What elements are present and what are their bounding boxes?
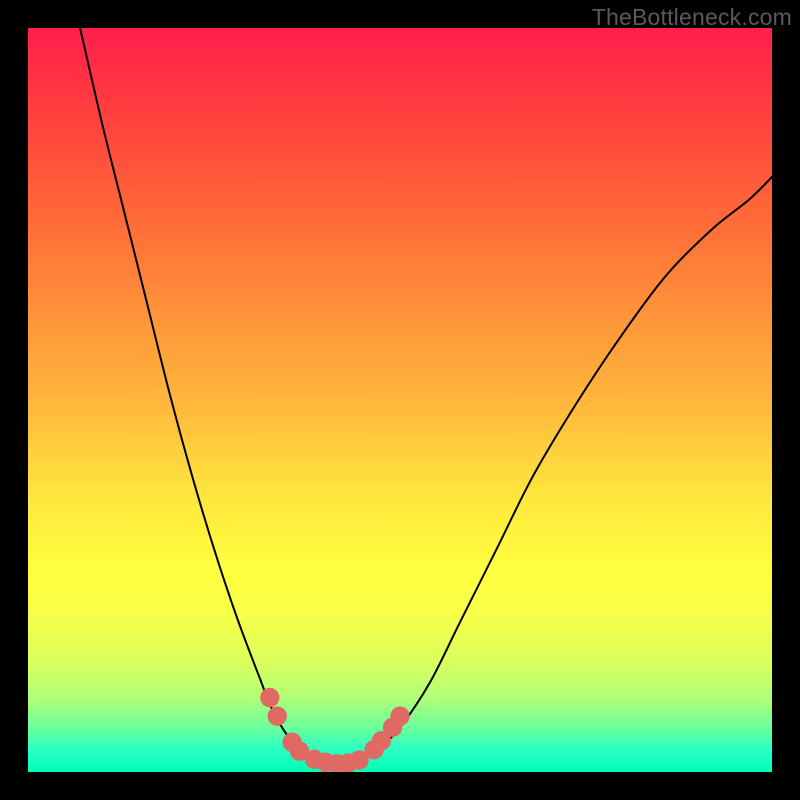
chart-frame: TheBottleneck.com	[0, 0, 800, 800]
data-marker	[268, 707, 287, 726]
series-layer	[80, 28, 772, 764]
watermark-text: TheBottleneck.com	[592, 4, 792, 31]
curves-svg	[28, 28, 772, 772]
data-marker	[260, 688, 279, 707]
plot-area	[28, 28, 772, 772]
series-right-branch	[363, 177, 772, 757]
series-left-branch	[80, 28, 311, 757]
data-marker	[390, 707, 409, 726]
